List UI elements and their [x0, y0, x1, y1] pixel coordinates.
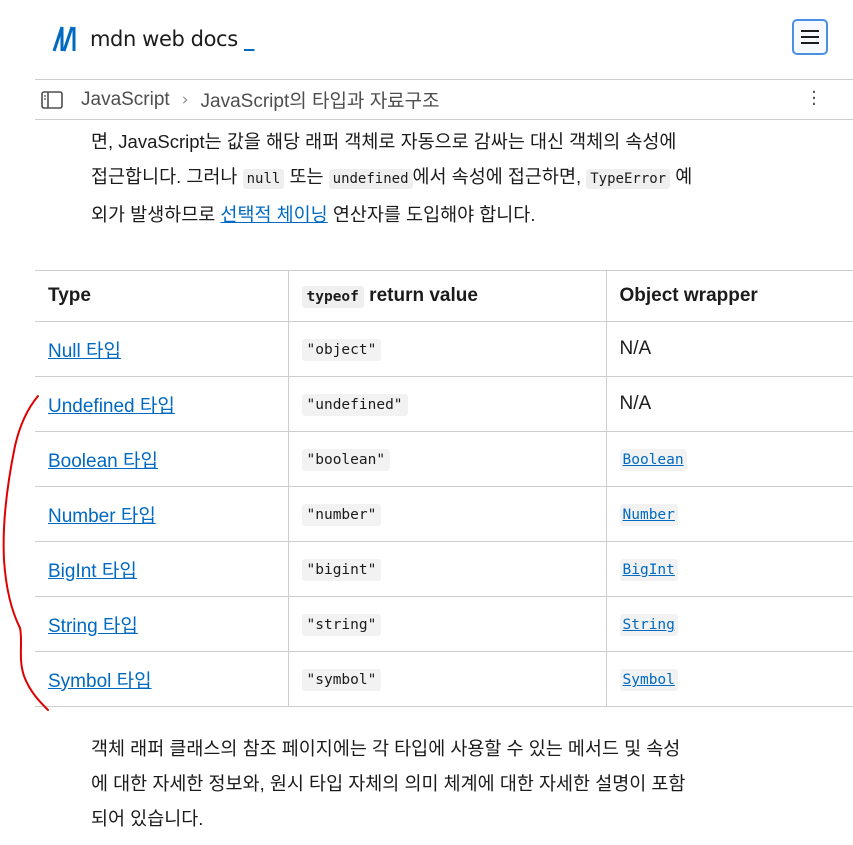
site-header: mdn web docs _ [0, 0, 853, 78]
typeof-value: "object" [301, 339, 382, 361]
code-null: null [242, 169, 285, 189]
logo-text: mdn web docs _ [90, 27, 255, 51]
breadcrumb-item-current[interactable]: JavaScript의 타입과 자료구조 [201, 86, 440, 113]
table-header-row: Type typeof return value Object wrapper [35, 270, 853, 322]
kebab-menu-icon[interactable]: · · · [811, 84, 817, 114]
mdn-logo[interactable]: mdn web docs _ [52, 26, 255, 52]
code-typeerror: TypeError [586, 169, 671, 189]
breadcrumb-item-javascript[interactable]: JavaScript [81, 89, 170, 111]
typeof-value: "string" [301, 614, 382, 636]
outro-line-2: 에 대한 자세한 정보와, 원시 타입 자체의 의미 체계에 대한 자세한 설명… [91, 773, 686, 794]
type-link-symbol[interactable]: Symbol 타입 [48, 671, 152, 692]
table-row: Number 타입 "number" Number [35, 486, 853, 542]
types-table: Type typeof return value Object wrapper … [35, 270, 853, 707]
breadcrumb-bar: JavaScript › JavaScript의 타입과 자료구조 · · · [35, 79, 853, 120]
typeof-value: "symbol" [301, 669, 382, 691]
wrapper-link-symbol[interactable]: Symbol [619, 669, 678, 691]
wrapper-link-string[interactable]: String [619, 614, 678, 636]
outro-line-1: 객체 래퍼 클래스의 참조 페이지에는 각 타입에 사용할 수 있는 메서드 및… [91, 738, 681, 759]
type-link-string[interactable]: String 타입 [48, 616, 138, 637]
breadcrumb-separator: › [181, 89, 189, 110]
header-type: Type [35, 270, 288, 322]
typeof-code: typeof [301, 286, 364, 308]
code-undefined: undefined [328, 169, 413, 189]
typeof-value: "boolean" [301, 449, 391, 471]
table-row: Null 타입 "object" N/A [35, 321, 853, 377]
sidebar-toggle-icon[interactable] [41, 90, 63, 109]
table-row: Boolean 타입 "boolean" Boolean [35, 431, 853, 487]
header-object-wrapper: Object wrapper [605, 270, 853, 322]
outro-line-3: 되어 있습니다. [91, 808, 204, 829]
table-row: BigInt 타입 "bigint" BigInt [35, 541, 853, 597]
intro-paragraph: 면, JavaScript는 값을 해당 래퍼 객체로 자동으로 감싸는 대신 … [91, 124, 791, 232]
main-menu-button[interactable] [792, 19, 828, 55]
typeof-value: "undefined" [301, 394, 408, 416]
wrapper-link-bigint[interactable]: BigInt [619, 559, 678, 581]
type-link-bigint[interactable]: BigInt 타입 [48, 561, 137, 582]
typeof-value: "number" [301, 504, 382, 526]
wrapper-link-number[interactable]: Number [619, 504, 678, 526]
typeof-value: "bigint" [301, 559, 382, 581]
table-row: Undefined 타입 "undefined" N/A [35, 376, 853, 432]
page: mdn web docs _ JavaScript › JavaScript의 … [0, 0, 853, 845]
intro-line-1: 면, JavaScript는 값을 해당 래퍼 객체로 자동으로 감싸는 대신 … [91, 131, 677, 152]
outro-paragraph: 객체 래퍼 클래스의 참조 페이지에는 각 타입에 사용할 수 있는 메서드 및… [91, 731, 791, 836]
wrapper-value: N/A [605, 376, 853, 432]
table-row: String 타입 "string" String [35, 596, 853, 652]
logo-cursor: _ [244, 27, 255, 51]
type-link-number[interactable]: Number 타입 [48, 506, 156, 527]
wrapper-link-boolean[interactable]: Boolean [619, 449, 687, 471]
type-link-boolean[interactable]: Boolean 타입 [48, 451, 158, 472]
intro-line-3: 외가 발생하므로 선택적 체이닝 연산자를 도입해야 합니다. [91, 204, 536, 225]
optional-chaining-link[interactable]: 선택적 체이닝 [220, 204, 327, 225]
header-typeof: typeof return value [287, 270, 606, 322]
table-row: Symbol 타입 "symbol" Symbol [35, 651, 853, 707]
mdn-logo-icon [52, 26, 76, 52]
hamburger-menu-icon [801, 26, 819, 48]
type-link-null[interactable]: Null 타입 [48, 341, 121, 362]
wrapper-value: N/A [605, 321, 853, 377]
type-link-undefined[interactable]: Undefined 타입 [48, 396, 175, 417]
intro-line-2: 접근합니다. 그러나 null 또는 undefined 에서 속성에 접근하면,… [91, 166, 693, 189]
